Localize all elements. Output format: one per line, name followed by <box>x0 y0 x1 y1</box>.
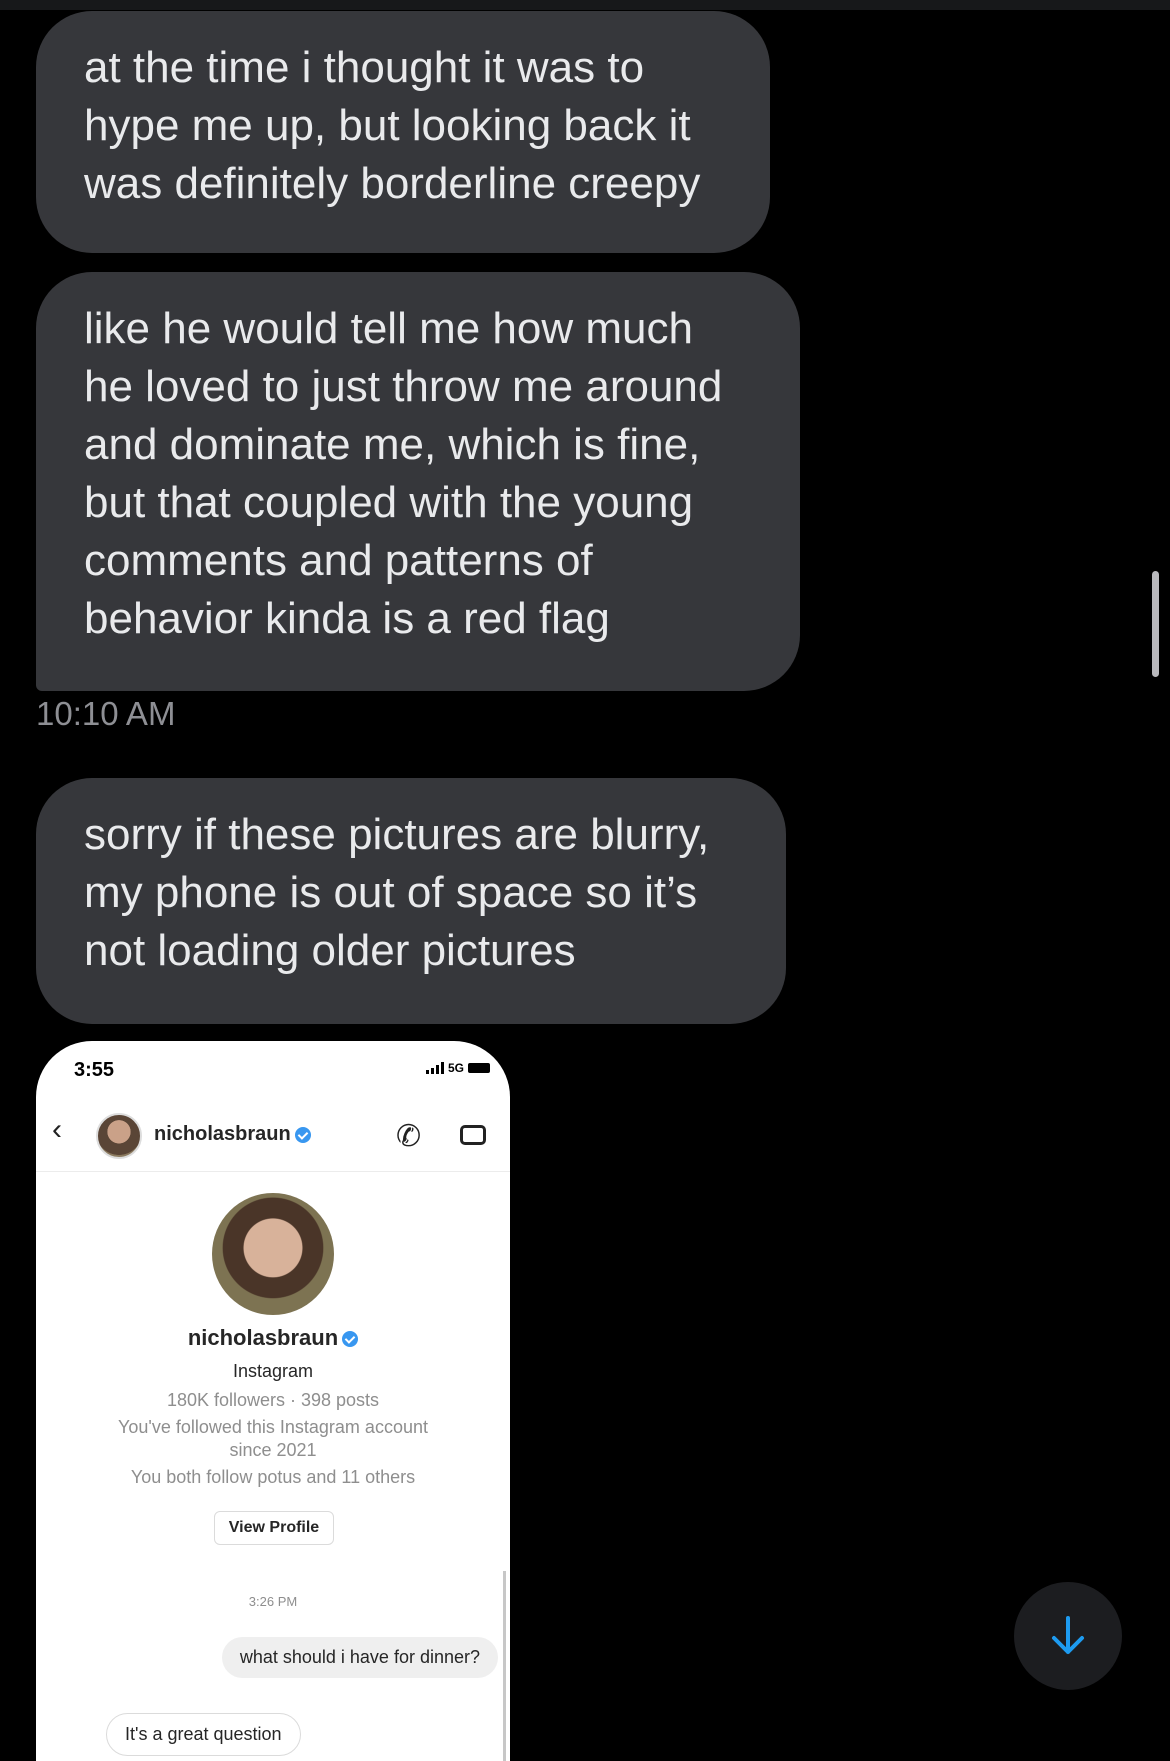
message-text-line: and dominate me, which is fine, <box>84 420 701 469</box>
header-username-text: nicholasbraun <box>154 1123 291 1145</box>
message-text-line: sorry if these pictures are blurry, <box>84 810 710 859</box>
view-profile-button: View Profile <box>214 1511 334 1545</box>
verified-badge-icon <box>342 1331 359 1348</box>
follow-note: You've followed this Instagram account <box>118 1417 428 1437</box>
avatar <box>96 1113 142 1159</box>
message-text-line: not loading older pictures <box>84 926 576 975</box>
message-text-line: but that coupled with the young <box>84 478 694 527</box>
chevron-left-icon: ‹ <box>52 1113 62 1146</box>
verified-badge-icon <box>294 1126 311 1143</box>
message-text-line: comments and patterns of <box>84 536 593 585</box>
status-indicators: 5G <box>425 1061 490 1075</box>
profile-avatar <box>212 1193 334 1315</box>
mutual-note: You both follow potus and 11 others <box>130 1467 416 1487</box>
image-attachment[interactable]: 3:55 5G ‹ nicholasbraun ✆ nicholasbraun … <box>36 1041 510 1761</box>
message-text-line: he loved to just throw me around <box>84 362 723 411</box>
battery-icon <box>468 1063 490 1073</box>
video-call-icon <box>460 1125 486 1145</box>
signal-icon <box>425 1062 444 1074</box>
phone-icon: ✆ <box>396 1120 422 1153</box>
message-bubble[interactable]: at the time i thought it was to hype me … <box>36 11 770 253</box>
network-label: 5G <box>447 1061 464 1075</box>
incoming-message: It's a great question <box>106 1713 301 1756</box>
chat-time: 3:26 PM <box>248 1594 298 1609</box>
message-text-line: my phone is out of space so it’s <box>84 868 698 917</box>
message-text-line: was definitely borderline creepy <box>84 159 701 208</box>
profile-name-text: nicholasbraun <box>187 1325 339 1350</box>
message-text-line: like he would tell me how much <box>84 304 693 353</box>
profile-stats: 180K followers · 398 posts <box>166 1390 380 1410</box>
message-timestamp: 10:10 AM <box>36 695 176 732</box>
top-status-strip <box>0 0 1170 10</box>
message-text-line: behavior kinda is a red flag <box>84 594 610 643</box>
attachment-scroll-indicator <box>503 1571 506 1761</box>
outgoing-message: what should i have for dinner? <box>221 1637 498 1678</box>
message-text-line: at the time i thought it was to <box>84 43 645 92</box>
status-time: 3:55 <box>74 1059 115 1081</box>
arrow-down-icon <box>1052 1616 1084 1654</box>
chat-header: ‹ nicholasbraun ✆ <box>36 1101 510 1172</box>
scroll-to-bottom-button[interactable] <box>1014 1582 1122 1690</box>
profile-platform: Instagram <box>232 1361 314 1381</box>
message-bubble[interactable]: sorry if these pictures are blurry, my p… <box>36 778 786 1024</box>
message-text-line: hype me up, but looking back it <box>84 101 691 150</box>
profile-name: nicholasbraun <box>36 1325 510 1351</box>
header-username: nicholasbraun <box>154 1123 311 1146</box>
follow-note-since: since 2021 <box>229 1440 317 1460</box>
message-bubble[interactable]: like he would tell me how much he loved … <box>36 272 800 691</box>
scrollbar[interactable] <box>1152 571 1159 677</box>
